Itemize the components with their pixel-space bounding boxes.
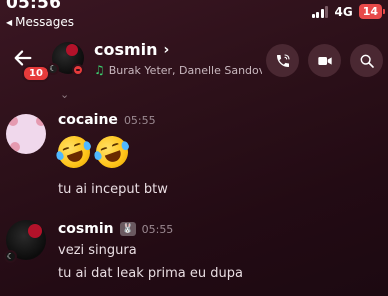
rofl-emoji-icon xyxy=(53,131,95,173)
video-call-button[interactable] xyxy=(308,44,341,77)
message-text[interactable]: tu ai inceput btw xyxy=(58,182,168,197)
music-note-icon: ♫ xyxy=(94,63,105,77)
moon-icon: ☾ xyxy=(4,250,17,263)
message-timestamp: 05:55 xyxy=(141,222,174,236)
emoji-message[interactable] xyxy=(53,131,133,173)
author-name[interactable]: cosmin xyxy=(58,221,114,237)
back-to-app-link[interactable]: ◀ Messages xyxy=(6,15,74,29)
message-timestamp: 05:55 xyxy=(123,113,156,127)
message-text[interactable]: vezi singura xyxy=(58,243,137,258)
phone-icon xyxy=(276,53,290,67)
channel-name: cosmin xyxy=(94,40,158,59)
search-button[interactable] xyxy=(350,44,383,77)
previous-message-fragment: ⌄ xyxy=(60,88,70,101)
chevron-right-icon: › xyxy=(163,41,170,58)
activity-text: Burak Yeter, Danelle Sandov... xyxy=(108,63,262,77)
network-type: 4G xyxy=(334,4,353,19)
status-bar: 05:56 ◀ Messages 4G 14 xyxy=(0,0,388,34)
chat-header: 10 ☾ cosmin › ♫ Burak Yeter, Danelle San… xyxy=(0,36,388,86)
voice-call-button[interactable] xyxy=(266,44,299,77)
flower-decoration-icon xyxy=(36,116,46,126)
signal-icon xyxy=(311,5,329,18)
author-name[interactable]: cocaine xyxy=(58,112,118,128)
back-app-label: Messages xyxy=(15,15,75,29)
back-triangle-icon: ◀ xyxy=(6,17,13,27)
channel-title[interactable]: cosmin › xyxy=(94,40,169,59)
flower-decoration-icon xyxy=(8,116,18,126)
battery-indicator: 14 xyxy=(358,4,386,19)
message-header: cocaine 05:55 xyxy=(58,112,156,128)
dnd-status-icon xyxy=(72,64,84,76)
rose-icon xyxy=(66,44,78,56)
unread-badge: 10 xyxy=(22,65,50,82)
clock: 05:56 xyxy=(6,0,62,13)
search-icon xyxy=(360,54,374,68)
rofl-emoji-icon xyxy=(91,131,133,173)
message-text[interactable]: tu ai dat leak prima eu dupa xyxy=(58,266,243,281)
avatar[interactable] xyxy=(6,114,46,154)
status-icons: 4G 14 xyxy=(311,4,386,19)
rose-icon xyxy=(28,224,42,238)
bunny-tag-icon: 🐰 xyxy=(119,222,136,236)
video-camera-icon xyxy=(317,56,332,65)
message-header: cosmin 🐰 05:55 xyxy=(58,221,173,237)
flower-decoration-icon xyxy=(10,142,20,152)
moon-icon: ☾ xyxy=(47,63,59,75)
activity-status: ♫ Burak Yeter, Danelle Sandov... xyxy=(94,63,262,77)
